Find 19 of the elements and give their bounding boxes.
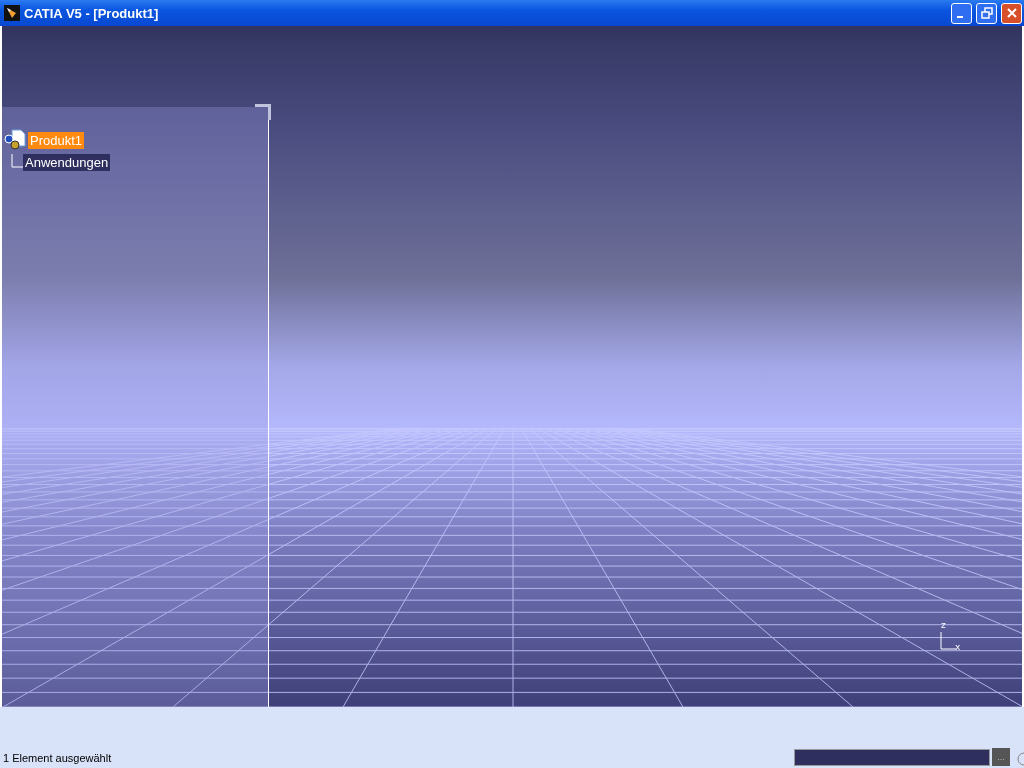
minimize-icon xyxy=(956,16,963,18)
tree-connector xyxy=(11,154,23,168)
axis-label: z xyxy=(941,620,946,630)
panel-corner-bracket xyxy=(255,104,271,120)
close-icon xyxy=(1005,7,1018,19)
axis-label: x xyxy=(955,642,961,652)
axis-icon xyxy=(940,632,956,650)
minimize-button[interactable] xyxy=(951,2,972,24)
command-button[interactable]: ... xyxy=(992,748,1010,766)
close-button[interactable] xyxy=(1001,2,1022,24)
restore-icon xyxy=(980,7,993,19)
command-input-field[interactable] xyxy=(794,749,990,766)
window-title: CATIA V5 - [Produkt1] xyxy=(24,5,159,21)
3d-viewport[interactable]: Produkt1 Anwendungen z x xyxy=(2,26,1022,707)
restore-button[interactable] xyxy=(976,2,997,24)
tree-item[interactable]: Anwendungen xyxy=(23,154,111,171)
status-message: 1 Element ausgewählt xyxy=(3,752,112,764)
app-icon xyxy=(4,5,20,21)
product-icon xyxy=(4,129,28,151)
